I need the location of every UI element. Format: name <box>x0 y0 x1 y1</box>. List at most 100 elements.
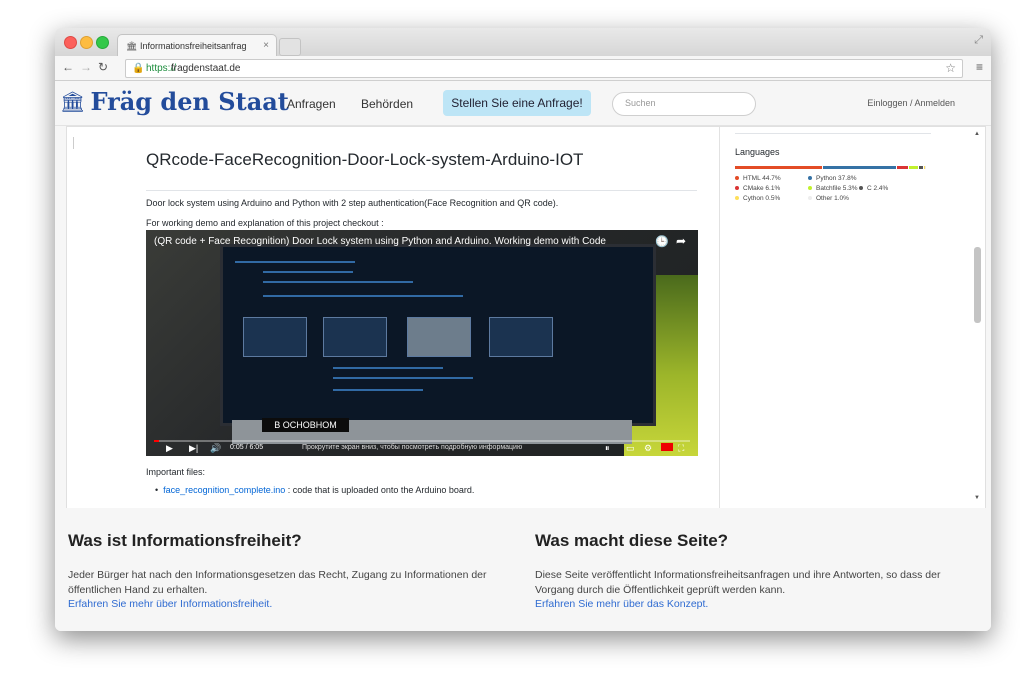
video-player[interactable]: (QR code + Face Recognition) Door Lock s… <box>146 230 698 456</box>
language-name: Batchfile <box>816 185 843 192</box>
nav-link-behoerden[interactable]: Behörden <box>361 97 413 111</box>
language-percent: 1.0% <box>834 195 849 202</box>
language-color-dot <box>859 186 863 191</box>
code-line <box>333 389 423 391</box>
language-bar-segment <box>735 166 822 169</box>
language-percent: 44.7% <box>762 175 781 182</box>
language-item[interactable]: Python 37.8% <box>808 175 856 182</box>
scroll-down-icon[interactable]: ▼ <box>974 495 980 501</box>
language-bar-segment <box>822 166 896 169</box>
video-progress-bar[interactable] <box>154 440 690 442</box>
autoplay-toggle[interactable]: ⏸ <box>605 443 610 454</box>
nav-link-anfragen[interactable]: Anfragen <box>287 97 336 111</box>
repo-description: Door lock system using Arduino and Pytho… <box>146 198 559 208</box>
video-laptop-screen <box>220 244 656 426</box>
language-item[interactable]: Batchfile 5.3% <box>808 185 858 192</box>
file-link[interactable]: face_recognition_complete.ino <box>163 485 285 495</box>
site-logo[interactable]: 🏛 Fräg den Staat <box>60 87 289 116</box>
scrollbar[interactable]: ▲ ▼ <box>973 131 983 501</box>
next-icon[interactable]: ▶| <box>189 443 198 454</box>
close-window-button[interactable] <box>64 36 77 49</box>
site-header: 🏛 Fräg den Staat Anfragen Behörden Stell… <box>55 81 991 126</box>
search-placeholder: Suchen <box>625 98 656 108</box>
sidebar-divider <box>719 127 720 508</box>
window-thumbnail <box>489 317 553 357</box>
fullscreen-icon[interactable]: ⤢ <box>974 34 983 47</box>
embedded-repo-frame: ▲ ▼ QRcode-FaceRecognition-Door-Lock-sys… <box>66 126 986 509</box>
tab-title: Informationsfreiheitsanfrag <box>140 41 247 51</box>
scrollbar-thumb[interactable] <box>974 247 981 323</box>
language-bar-segment <box>924 166 926 169</box>
language-item[interactable]: C 2.4% <box>859 185 888 192</box>
settings-icon[interactable]: ⚙ <box>644 443 652 454</box>
language-bar-segment <box>896 166 908 169</box>
language-bar-segment <box>919 166 923 169</box>
zoom-window-button[interactable] <box>96 36 109 49</box>
browser-toolbar: ← → ↻ 🔒 https:// fragdenstaat.de ☆ ≡ <box>55 56 991 81</box>
window-thumbnail <box>407 317 471 357</box>
bookmark-star-icon[interactable]: ☆ <box>945 60 956 77</box>
subtitles-icon[interactable]: ▭ <box>626 443 635 454</box>
important-files-label: Important files: <box>146 467 206 477</box>
new-request-button[interactable]: Stellen Sie eine Anfrage! <box>443 90 591 116</box>
window-thumbnail <box>243 317 307 357</box>
divider <box>73 137 74 149</box>
title-bar: 🏛 Informationsfreiheitsanfrag × ⤢ <box>55 28 991 57</box>
play-icon[interactable]: ▶ <box>166 443 173 454</box>
languages-divider <box>735 133 931 134</box>
window-thumbnail <box>323 317 387 357</box>
language-name: Python <box>816 175 839 182</box>
language-name: HTML <box>743 175 763 182</box>
language-item[interactable]: HTML 44.7% <box>735 175 781 182</box>
search-input[interactable]: Suchen <box>612 92 756 116</box>
volume-icon[interactable]: 🔊 <box>210 443 221 454</box>
site-footer: Was ist Informationsfreiheit? Jeder Bürg… <box>55 508 991 631</box>
language-item[interactable]: Other 1.0% <box>808 195 849 202</box>
code-line <box>263 295 463 297</box>
list-item: • face_recognition_complete.ino : code t… <box>155 485 474 495</box>
site-favicon-icon: 🏛 <box>126 41 138 51</box>
scroll-up-icon[interactable]: ▲ <box>974 131 980 137</box>
repo-title: QRcode-FaceRecognition-Door-Lock-system-… <box>146 150 584 169</box>
language-percent: 37.8% <box>838 175 857 182</box>
language-color-dot <box>808 196 812 201</box>
url-host: fragdenstaat.de <box>171 63 241 74</box>
footer-right-link[interactable]: Erfahren Sie mehr über das Konzept. <box>535 598 708 610</box>
new-tab-button[interactable] <box>279 38 301 56</box>
tab-close-icon[interactable]: × <box>263 40 269 51</box>
menu-icon[interactable]: ≡ <box>976 60 983 74</box>
language-item[interactable]: CMake 6.1% <box>735 185 780 192</box>
watch-later-icon[interactable]: 🕒 <box>655 235 669 248</box>
browser-tab[interactable]: 🏛 Informationsfreiheitsanfrag × <box>117 34 277 57</box>
languages-heading: Languages <box>735 147 780 157</box>
language-percent: 6.1% <box>765 185 781 192</box>
language-item[interactable]: Cython 0.5% <box>735 195 780 202</box>
share-icon[interactable]: ➦ <box>676 234 686 248</box>
code-line <box>235 261 355 263</box>
language-name: Cython <box>743 195 766 202</box>
login-link[interactable]: Einloggen / Anmelden <box>867 98 955 108</box>
forward-icon[interactable]: → <box>80 60 92 74</box>
minimize-window-button[interactable] <box>80 36 93 49</box>
language-name: CMake <box>743 185 766 192</box>
language-percent: 5.3% <box>842 185 858 192</box>
video-banner: В ОСНОВНОМ <box>262 418 349 432</box>
browser-window: 🏛 Informationsfreiheitsanfrag × ⤢ ← → ↻ … <box>55 28 991 631</box>
building-icon: 🏛 <box>60 89 86 114</box>
footer-left-link[interactable]: Erfahren Sie mehr über Informationsfreih… <box>68 598 272 610</box>
language-percent: 0.5% <box>765 195 781 202</box>
video-title[interactable]: (QR code + Face Recognition) Door Lock s… <box>154 236 634 247</box>
footer-right-heading: Was macht diese Seite? <box>535 531 729 550</box>
file-description: : code that is uploaded onto the Arduino… <box>287 485 475 495</box>
language-name: Other <box>816 195 835 202</box>
youtube-icon[interactable] <box>661 443 673 451</box>
code-line <box>263 281 413 283</box>
title-divider <box>146 190 697 191</box>
code-line <box>333 377 473 379</box>
back-icon[interactable]: ← <box>62 60 74 74</box>
address-bar[interactable]: 🔒 https:// fragdenstaat.de ☆ <box>125 59 963 78</box>
language-percent: 2.4% <box>873 185 889 192</box>
fullscreen-video-icon[interactable]: ⛶ <box>678 443 684 454</box>
reload-icon[interactable]: ↻ <box>98 60 108 74</box>
language-color-dot <box>735 196 739 201</box>
